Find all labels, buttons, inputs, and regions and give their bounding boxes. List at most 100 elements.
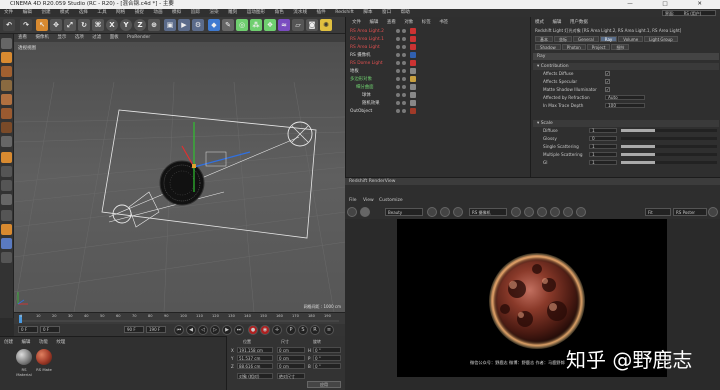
aov-select[interactable]: Beauty (385, 208, 423, 216)
size-mode-select[interactable]: 绝对尺寸 (277, 373, 305, 379)
object-tag-icon[interactable] (410, 36, 416, 42)
visibility-render-icon[interactable] (402, 53, 406, 57)
menu-window[interactable]: 窗口 (382, 10, 391, 15)
visibility-render-icon[interactable] (402, 77, 406, 81)
points-mode-icon[interactable] (1, 94, 12, 105)
rv-settings-icon[interactable] (708, 207, 718, 217)
workplane-icon[interactable] (1, 80, 12, 91)
scale-value-field[interactable]: 1 (589, 152, 617, 157)
sculpt-icon[interactable] (1, 238, 12, 249)
attribute-menu-userdata[interactable]: 用户数据 (570, 20, 588, 25)
menu-pipeline[interactable]: 流水线 (293, 10, 307, 15)
layout-select[interactable]: 界面: RS (用户) (662, 10, 716, 16)
scale-section[interactable]: ▾ Scale (533, 120, 719, 127)
size-x-field[interactable]: 0 cm (277, 347, 305, 353)
scale-slider[interactable] (621, 153, 717, 156)
rotation-b-field[interactable]: 0 ° (313, 363, 341, 369)
object-tag-icon[interactable] (410, 28, 416, 34)
cloner-icon[interactable]: ❖ (264, 19, 276, 31)
go-end-icon[interactable]: ⏭ (234, 325, 244, 335)
tab-coord[interactable]: 坐标 (554, 36, 572, 42)
record-icon[interactable]: ● (248, 325, 258, 335)
go-start-icon[interactable]: ⏮ (174, 325, 184, 335)
visibility-editor-icon[interactable] (396, 101, 400, 105)
scale-value-field[interactable]: 1 (589, 144, 617, 149)
tweak-mode-icon[interactable] (1, 152, 12, 163)
contribution-checkbox[interactable]: ✓ (605, 71, 610, 76)
object-menu-edit[interactable]: 编辑 (369, 20, 378, 25)
y-axis-toggle[interactable]: Y (120, 19, 132, 31)
visibility-editor-icon[interactable] (396, 85, 400, 89)
material-menu-edit[interactable]: 编辑 (21, 340, 30, 345)
visibility-editor-icon[interactable] (396, 29, 400, 33)
rv-options-icon[interactable] (550, 207, 560, 217)
object-row[interactable]: RS 摄像机 (348, 52, 528, 59)
solo-icon[interactable] (1, 180, 12, 191)
render-settings-icon[interactable]: ⚙ (192, 19, 204, 31)
axis-mode-icon[interactable] (1, 136, 12, 147)
menu-snap[interactable]: 捕捉 (135, 10, 144, 15)
perspective-viewport[interactable]: 透视视图 网格间距 : 1000 cm (14, 42, 345, 312)
object-tag-icon[interactable] (410, 84, 416, 90)
pen-icon[interactable]: ✎ (222, 19, 234, 31)
object-row[interactable]: 细分曲面 (348, 84, 528, 91)
menu-mesh[interactable]: 网格 (116, 10, 125, 15)
rv-channel-icon[interactable] (440, 207, 450, 217)
viewport-menu-view[interactable]: 查看 (18, 35, 27, 40)
end-frame-field[interactable]: 90 F (124, 326, 144, 333)
object-row[interactable]: RS Area Light (348, 44, 528, 51)
keyframe-selection-icon[interactable]: ✛ (272, 325, 282, 335)
menu-script[interactable]: 脚本 (363, 10, 372, 15)
contribution-section[interactable]: ▾ Contribution (533, 63, 719, 70)
menu-animate[interactable]: 动画 (153, 10, 162, 15)
menu-create[interactable]: 创建 (41, 10, 50, 15)
contribution-field[interactable]: 100 (605, 103, 645, 108)
object-row[interactable]: OutObject (348, 108, 528, 115)
frame-select[interactable]: RS Poster (673, 208, 707, 216)
start-frame-field[interactable]: 0 F (40, 326, 60, 333)
subdivision-icon[interactable]: ◎ (236, 19, 248, 31)
object-row[interactable]: RS Area Light.2 (348, 28, 528, 35)
menu-render[interactable]: 渲染 (209, 10, 218, 15)
visibility-editor-icon[interactable] (396, 53, 400, 57)
contribution-checkbox[interactable]: ✓ (605, 87, 610, 92)
scale-slider[interactable] (621, 129, 717, 132)
menu-mode[interactable]: 模式 (60, 10, 69, 15)
play-reverse-icon[interactable]: ◁ (198, 325, 208, 335)
menu-select[interactable]: 选择 (79, 10, 88, 15)
undo-icon[interactable]: ↶ (3, 19, 15, 31)
visibility-render-icon[interactable] (402, 85, 406, 89)
checker-icon[interactable] (1, 252, 12, 263)
scale-value-field[interactable]: 1 (589, 128, 617, 133)
object-menu-file[interactable]: 文件 (352, 20, 361, 25)
menu-redshift[interactable]: Redshift (335, 10, 354, 15)
sphere-object[interactable] (159, 160, 205, 206)
visibility-editor-icon[interactable] (396, 69, 400, 73)
menu-file[interactable]: 文件 (4, 10, 13, 15)
edges-mode-icon[interactable] (1, 108, 12, 119)
coord-system-icon[interactable]: ⊕ (148, 19, 160, 31)
visibility-editor-icon[interactable] (396, 37, 400, 41)
rv-snapshot-icon[interactable] (453, 207, 463, 217)
rv-menu-customize[interactable]: Customize (379, 198, 403, 203)
material-menu-texture[interactable]: 纹理 (56, 340, 65, 345)
position-x-field[interactable]: 191.158 cm (237, 347, 273, 353)
object-tag-icon[interactable] (410, 44, 416, 50)
lock-icon[interactable]: ⌘ (92, 19, 104, 31)
visibility-render-icon[interactable] (402, 45, 406, 49)
lock-workplane-icon[interactable] (1, 194, 12, 205)
scale-slider[interactable] (621, 145, 717, 148)
menu-character[interactable]: 角色 (275, 10, 284, 15)
object-row[interactable]: RS Dome Light (348, 60, 528, 67)
scale-slider[interactable] (621, 137, 717, 140)
current-frame-field[interactable]: 0 F (18, 326, 38, 333)
select-tool-icon[interactable]: ↖ (36, 19, 48, 31)
tab-project[interactable]: Project (586, 44, 611, 50)
timeline-menu-icon[interactable]: ≡ (324, 325, 334, 335)
attribute-menu-mode[interactable]: 模式 (535, 20, 544, 25)
tab-shadow[interactable]: Shadow (535, 44, 561, 50)
object-menu-tags[interactable]: 标签 (422, 20, 431, 25)
visibility-render-icon[interactable] (402, 93, 406, 97)
move-tool-icon[interactable]: ✥ (50, 19, 62, 31)
tab-basic[interactable]: 基本 (535, 36, 553, 42)
